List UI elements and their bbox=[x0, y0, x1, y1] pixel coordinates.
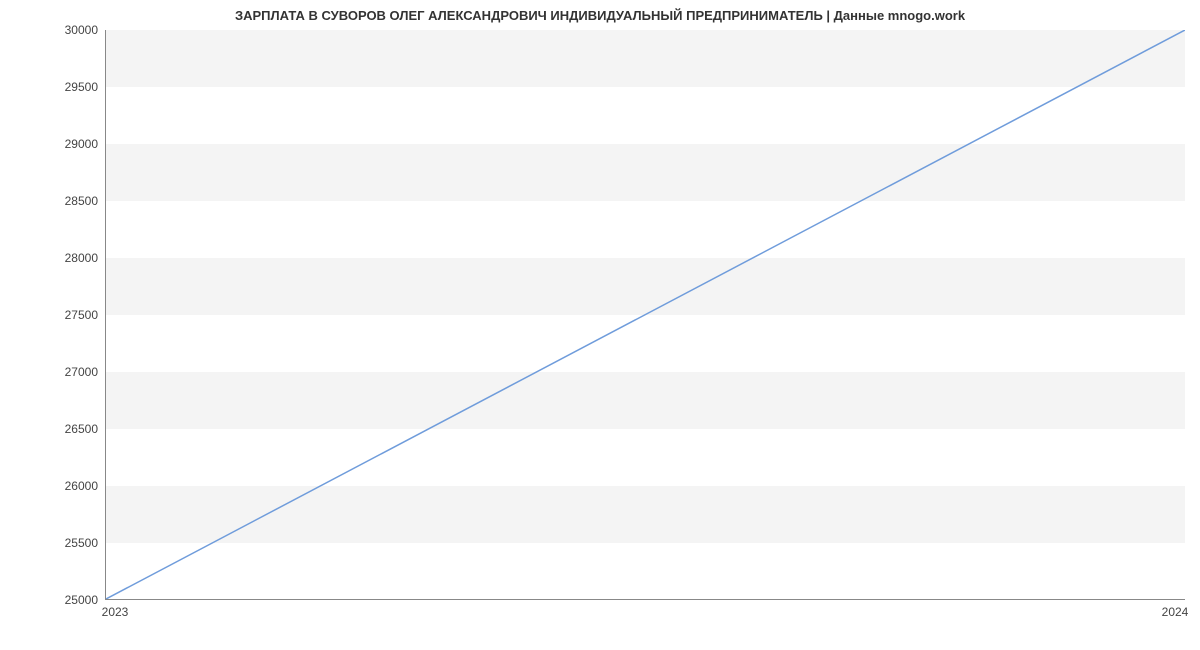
salary-line-chart: ЗАРПЛАТА В СУВОРОВ ОЛЕГ АЛЕКСАНДРОВИЧ ИН… bbox=[0, 0, 1200, 650]
x-tick-label: 2024 bbox=[1162, 605, 1189, 619]
y-tick-label: 29000 bbox=[8, 137, 98, 151]
y-tick-label: 29500 bbox=[8, 80, 98, 94]
y-tick-label: 30000 bbox=[8, 23, 98, 37]
y-tick-label: 26500 bbox=[8, 422, 98, 436]
y-tick-label: 27500 bbox=[8, 308, 98, 322]
series-line-svg bbox=[106, 30, 1185, 599]
y-tick-label: 27000 bbox=[8, 365, 98, 379]
series-line bbox=[106, 30, 1185, 599]
plot-area bbox=[105, 30, 1185, 600]
x-tick-label: 2023 bbox=[102, 605, 129, 619]
chart-title: ЗАРПЛАТА В СУВОРОВ ОЛЕГ АЛЕКСАНДРОВИЧ ИН… bbox=[0, 8, 1200, 23]
y-tick-label: 25500 bbox=[8, 536, 98, 550]
y-tick-label: 26000 bbox=[8, 479, 98, 493]
y-tick-label: 25000 bbox=[8, 593, 98, 607]
y-tick-label: 28500 bbox=[8, 194, 98, 208]
y-tick-label: 28000 bbox=[8, 251, 98, 265]
